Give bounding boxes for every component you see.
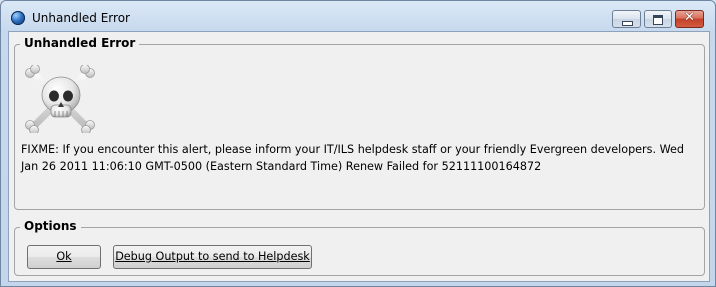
title-bar[interactable]: Unhandled Error ✕ — [1, 1, 715, 35]
debug-output-button[interactable]: Debug Output to send to Helpdesk — [113, 245, 312, 269]
window-title: Unhandled Error — [32, 11, 130, 25]
minimize-icon — [622, 21, 633, 26]
dialog-body: Unhandled Error FIXME: If you encounter … — [8, 31, 710, 282]
options-groupbox: Options Ok Debug Output to send to Helpd… — [14, 219, 705, 276]
minimize-button[interactable] — [612, 10, 641, 28]
maximize-icon — [653, 15, 663, 25]
close-button[interactable]: ✕ — [675, 10, 704, 28]
error-message: FIXME: If you encounter this alert, plea… — [21, 143, 684, 173]
error-group-legend: Unhandled Error — [20, 36, 140, 50]
globe-icon — [11, 11, 25, 25]
options-group-legend: Options — [20, 219, 81, 233]
error-window: Unhandled Error ✕ Unhandled Error FIXME:… — [0, 0, 716, 287]
close-icon: ✕ — [684, 10, 695, 25]
maximize-button[interactable] — [644, 10, 672, 28]
error-groupbox: Unhandled Error FIXME: If you encounter … — [14, 36, 705, 210]
ok-button[interactable]: Ok — [27, 245, 101, 269]
debug-output-button-label: Debug Output to send to Helpdesk — [115, 250, 310, 263]
skull-and-crossbones-icon — [21, 64, 101, 135]
ok-button-label: Ok — [56, 250, 72, 263]
